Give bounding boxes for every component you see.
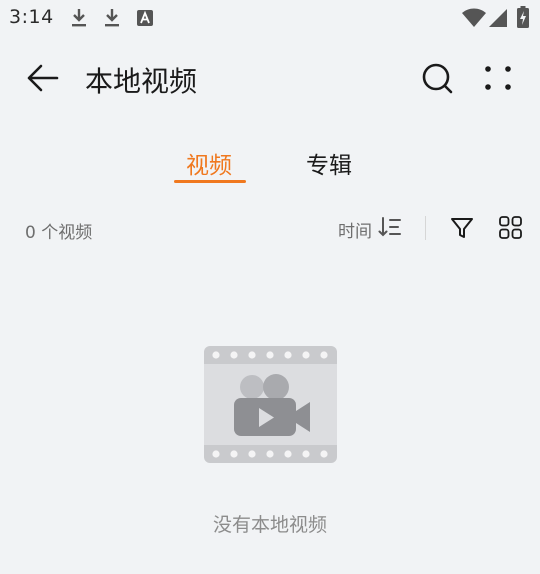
more-dots-icon: [478, 66, 518, 104]
toolbar-divider: [425, 216, 426, 240]
sort-button[interactable]: 时间: [338, 214, 402, 244]
tab-albums[interactable]: 专辑: [306, 146, 352, 180]
wifi-icon: [462, 8, 486, 32]
page-title: 本地视频: [85, 65, 198, 98]
tab-videos[interactable]: 视频: [186, 146, 232, 180]
video-count: 0 个视频: [25, 223, 93, 243]
battery-icon: [517, 6, 529, 32]
arrow-left-icon: [25, 63, 59, 97]
app-header: 本地视频: [0, 44, 540, 114]
video-film-icon: [204, 346, 337, 463]
download-icon: [103, 8, 121, 32]
search-button[interactable]: [418, 60, 458, 100]
status-bar: 3:14: [0, 0, 540, 36]
download-icon: [70, 8, 88, 32]
back-button[interactable]: [22, 60, 62, 100]
filter-icon: [448, 218, 476, 246]
tab-bar: 视频 专辑: [0, 140, 540, 190]
sort-label: 时间: [338, 221, 372, 242]
cellular-signal-icon: [488, 8, 508, 32]
grid-view-icon: [497, 216, 525, 246]
active-tab-indicator: [174, 180, 246, 183]
font-a-icon: [137, 10, 153, 30]
status-time: 3:14: [9, 6, 54, 28]
sort-descending-icon: [378, 216, 402, 242]
more-options-button[interactable]: [478, 60, 518, 100]
filter-button[interactable]: [448, 214, 476, 242]
empty-state-message: 没有本地视频: [212, 514, 327, 536]
list-toolbar: 0 个视频 时间: [0, 208, 540, 248]
view-mode-button[interactable]: [497, 214, 525, 242]
search-icon: [418, 63, 458, 104]
